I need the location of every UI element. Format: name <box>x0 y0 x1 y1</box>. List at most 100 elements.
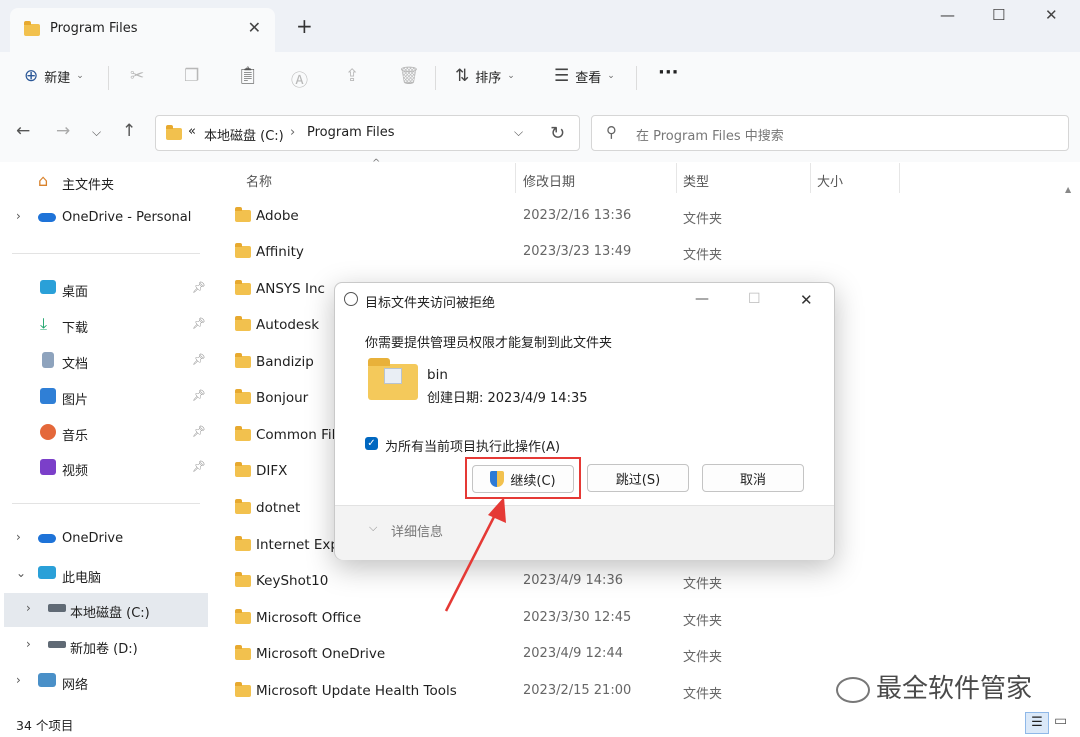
folder-icon <box>235 353 251 368</box>
search-box[interactable]: ⚲ 在 Program Files 中搜索 <box>591 115 1069 151</box>
plus-circle-icon: ⊕ <box>24 66 39 86</box>
new-tab-button[interactable]: + <box>296 14 313 38</box>
chevron-right-icon[interactable]: › <box>16 209 21 223</box>
file-row[interactable]: KeyShot10 2023/4/9 14:36 文件夹 <box>230 563 1070 599</box>
chevron-right-icon[interactable]: › <box>26 601 31 615</box>
address-bar[interactable]: « 本地磁盘 (C:) › Program Files ⌵ <box>155 115 580 151</box>
pin-icon[interactable]: 📌︎ <box>192 460 206 473</box>
chevron-down-icon[interactable]: ⌄ <box>16 566 26 580</box>
column-divider[interactable] <box>515 163 516 193</box>
sidebar-item-label: OneDrive <box>62 531 124 546</box>
drive-icon <box>48 604 66 612</box>
new-button[interactable]: ⊕ 新建 ⌄ <box>24 66 84 86</box>
search-input[interactable]: 在 Program Files 中搜索 <box>636 125 784 144</box>
sidebar-item-downloads[interactable]: ⤓ 下载 📌︎ <box>0 308 212 342</box>
back-arrow-icon[interactable]: ← <box>16 121 30 141</box>
minimize-button[interactable]: — <box>940 6 955 24</box>
sidebar-item-c-drive[interactable]: › 本地磁盘 (C:) <box>4 593 208 627</box>
file-row[interactable]: Microsoft Office 2023/3/30 12:45 文件夹 <box>230 600 1070 636</box>
sidebar-item-documents[interactable]: 文档 📌︎ <box>0 344 212 378</box>
sidebar-item-pictures[interactable]: 图片 📌︎ <box>0 380 212 414</box>
folder-icon <box>235 462 251 477</box>
column-header-type[interactable]: 类型 <box>683 171 709 190</box>
chevron-right-icon[interactable]: › <box>16 673 21 687</box>
delete-button[interactable]: 🗑︎ <box>398 66 420 86</box>
cancel-button[interactable]: 取消 <box>702 464 804 492</box>
file-row[interactable]: Affinity 2023/3/23 13:49 文件夹 <box>230 234 1070 270</box>
sidebar-item-onedrive-personal[interactable]: › OneDrive - Personal <box>0 201 212 235</box>
close-window-button[interactable]: ✕ <box>1045 6 1058 24</box>
file-row[interactable]: Adobe 2023/2/16 13:36 文件夹 <box>230 198 1070 234</box>
download-icon: ⤓ <box>40 314 48 333</box>
apply-all-checkbox[interactable]: ✓ <box>365 437 378 450</box>
details-view-icon[interactable]: ☰ <box>1025 712 1049 734</box>
command-bar: ⊕ 新建 ⌄ ✂ ❐ 📋︎ Ⓐ ⇪ 🗑︎ ⇅ 排序 ⌄ ☰ 查看 ⌄ ··· <box>0 52 1080 105</box>
maximize-button[interactable]: ☐ <box>992 6 1005 24</box>
copy-button[interactable]: ❐ <box>184 66 199 86</box>
address-dropdown-icon[interactable]: ⌵ <box>514 125 523 140</box>
sidebar-divider <box>12 503 200 504</box>
refresh-icon[interactable]: ↻ <box>550 123 565 144</box>
pin-icon[interactable]: 📌︎ <box>192 317 206 330</box>
more-options-button[interactable]: ··· <box>658 62 679 83</box>
skip-button[interactable]: 跳过(S) <box>587 464 689 492</box>
up-arrow-icon[interactable]: ↑ <box>122 121 136 141</box>
item-count: 34 个项目 <box>16 718 74 733</box>
sort-button[interactable]: ⇅ 排序 ⌄ <box>455 66 515 86</box>
sidebar-item-label: OneDrive - Personal <box>62 210 192 225</box>
pin-icon[interactable]: 📌︎ <box>192 425 206 438</box>
column-divider[interactable] <box>810 163 811 193</box>
breadcrumb-overflow[interactable]: « <box>188 124 196 139</box>
share-icon: ⇪ <box>345 66 360 86</box>
chevron-right-icon[interactable]: › <box>16 530 21 544</box>
tab-program-files[interactable]: Program Files ✕ <box>10 8 275 52</box>
vertical-scrollbar[interactable]: ▲ <box>1065 185 1072 705</box>
dialog-maximize-button[interactable]: ☐ <box>748 291 761 307</box>
folder-icon <box>24 21 40 36</box>
sort-ascending-icon: ^ <box>372 158 381 169</box>
dialog-close-button[interactable]: ✕ <box>800 291 813 309</box>
file-row[interactable]: Microsoft OneDrive 2023/4/9 12:44 文件夹 <box>230 636 1070 672</box>
pin-icon[interactable]: 📌︎ <box>192 353 206 366</box>
view-button[interactable]: ☰ 查看 ⌄ <box>554 66 615 86</box>
forward-arrow-icon[interactable]: → <box>56 121 70 141</box>
sidebar-item-music[interactable]: 音乐 📌︎ <box>0 416 212 450</box>
sidebar-item-desktop[interactable]: 桌面 📌︎ <box>0 272 212 306</box>
paste-button[interactable]: 📋︎ <box>237 66 259 86</box>
breadcrumb-c-drive[interactable]: 本地磁盘 (C:) <box>204 125 284 144</box>
document-icon <box>42 352 54 368</box>
rename-button[interactable]: Ⓐ <box>291 66 308 91</box>
dialog-minimize-button[interactable]: — <box>695 291 709 307</box>
file-name: Autodesk <box>256 317 320 333</box>
folder-icon <box>235 536 251 551</box>
sidebar-item-this-pc[interactable]: ⌄ 此电脑 <box>0 558 212 592</box>
breadcrumb-separator-icon: › <box>290 125 296 140</box>
file-date: 2023/3/30 12:45 <box>523 610 632 625</box>
sidebar-item-d-drive[interactable]: › 新加卷 (D:) <box>0 629 212 663</box>
sidebar-item-network[interactable]: › 网络 <box>0 665 212 699</box>
tiles-view-icon[interactable]: ▭ <box>1054 713 1067 729</box>
column-divider[interactable] <box>899 163 900 193</box>
column-header-name[interactable]: 名称 <box>246 171 272 190</box>
expand-chevron-icon[interactable]: ⌵ <box>369 521 377 535</box>
scroll-up-icon[interactable]: ▲ <box>1065 185 1071 194</box>
recent-chevron-icon[interactable]: ⌵ <box>92 125 101 140</box>
drive-icon <box>48 641 66 648</box>
cut-button[interactable]: ✂ <box>130 66 144 86</box>
search-icon: ⚲ <box>606 123 617 141</box>
sidebar-item-onedrive[interactable]: › OneDrive <box>0 522 212 556</box>
tab-close-icon[interactable]: ✕ <box>248 18 261 37</box>
pin-icon[interactable]: 📌︎ <box>192 281 206 294</box>
share-button[interactable]: ⇪ <box>345 66 359 86</box>
column-header-date[interactable]: 修改日期 <box>523 171 575 190</box>
more-details-toggle[interactable]: 详细信息 <box>391 521 443 540</box>
sidebar-item-home[interactable]: ⌂ 主文件夹 <box>0 165 212 199</box>
column-divider[interactable] <box>676 163 677 193</box>
file-name: Microsoft OneDrive <box>256 646 386 662</box>
pin-icon[interactable]: 📌︎ <box>192 389 206 402</box>
chevron-right-icon[interactable]: › <box>26 637 31 651</box>
folder-icon <box>235 280 251 295</box>
sidebar-item-videos[interactable]: 视频 📌︎ <box>0 451 212 485</box>
breadcrumb-program-files[interactable]: Program Files <box>307 125 395 140</box>
column-header-size[interactable]: 大小 <box>817 171 843 190</box>
